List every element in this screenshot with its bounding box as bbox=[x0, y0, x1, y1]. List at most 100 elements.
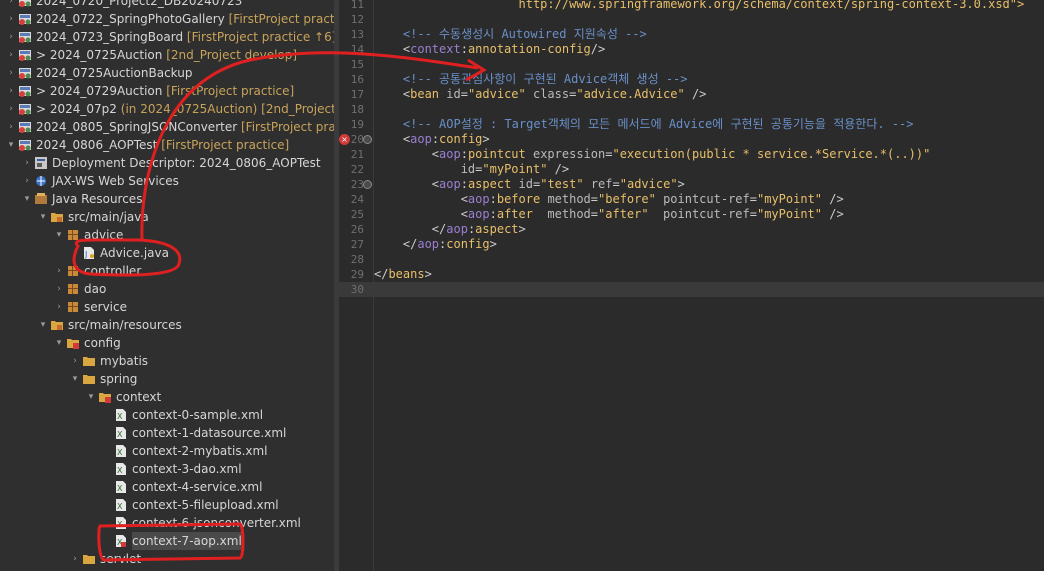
chevron-right-icon[interactable]: › bbox=[54, 262, 64, 280]
code-line[interactable]: 23 <aop:aspect id="test" ref="advice"> bbox=[339, 177, 1044, 192]
tree-item-src-main-resources[interactable]: ▾ src/main/resources bbox=[0, 316, 334, 334]
fold-toggle-icon[interactable] bbox=[363, 180, 372, 189]
chevron-right-icon[interactable]: › bbox=[54, 280, 64, 298]
chevron-down-icon[interactable]: ▾ bbox=[54, 334, 64, 352]
tree-item-jax-ws-web-services[interactable]: › JAX-WS Web Services bbox=[0, 172, 334, 190]
tree-item-context-3-dao-xml[interactable]: Xcontext-3-dao.xml bbox=[0, 460, 334, 478]
line-number: 15 bbox=[350, 58, 364, 71]
line-number: 23 bbox=[350, 178, 364, 191]
chevron-right-icon[interactable]: › bbox=[6, 100, 16, 118]
git-decoration: [FirstProject practice ↑6] bbox=[186, 30, 334, 44]
tree-item-2024-0725auction[interactable]: › > 2024_0725Auction [2nd_Project develop… bbox=[0, 46, 334, 64]
tree-item-2024-0806-aoptest[interactable]: ▾ 2024_0806_AOPTest [FirstProject practic… bbox=[0, 136, 334, 154]
tree-item-spring[interactable]: ▾ spring bbox=[0, 370, 334, 388]
chevron-right-icon[interactable]: › bbox=[70, 244, 80, 262]
code-text: <aop:pointcut expression="execution(publ… bbox=[374, 147, 931, 161]
code-line[interactable]: 27 </aop:config> bbox=[339, 237, 1044, 252]
chevron-down-icon[interactable]: ▾ bbox=[6, 136, 16, 154]
chevron-right-icon[interactable]: › bbox=[6, 10, 16, 28]
tree-item-controller[interactable]: › controller bbox=[0, 262, 334, 280]
folder-icon bbox=[82, 552, 96, 566]
tree-item-2024-0720-project2-db20240723[interactable]: › 2024_0720_Project2_DB20240723 bbox=[0, 0, 334, 10]
code-text: http://www.springframework.org/schema/co… bbox=[518, 0, 1025, 11]
tree-item-context-4-service-xml[interactable]: Xcontext-4-service.xml bbox=[0, 478, 334, 496]
git-decoration: [2nd_Project develop] bbox=[166, 48, 298, 62]
xml-editor[interactable]: 11 http://www.springframework.org/schema… bbox=[339, 0, 1044, 571]
code-line[interactable]: 13 <!-- 수동생성시 Autowired 지원속성 --> bbox=[339, 27, 1044, 42]
code-line[interactable]: 14 <context:annotation-config/> bbox=[339, 42, 1044, 57]
tree-item-context-2-mybatis-xml[interactable]: Xcontext-2-mybatis.xml bbox=[0, 442, 334, 460]
code-line[interactable]: 16 <!-- 공통관심사항이 구현된 Advice객체 생성 --> bbox=[339, 72, 1044, 87]
tree-item-2024-07p2[interactable]: › > 2024_07p2 (in 2024_0725Auction) [2nd_… bbox=[0, 100, 334, 118]
tree-item-config[interactable]: ▾ config bbox=[0, 334, 334, 352]
tree-item-deployment-descriptor-2024-0806-aoptest[interactable]: › Deployment Descriptor: 2024_0806_AOPTes… bbox=[0, 154, 334, 172]
tree-item-label: src/main/resources bbox=[68, 318, 182, 332]
tree-item-advice-java[interactable]: › J Advice.java bbox=[0, 244, 334, 262]
code-text: </aop:aspect> bbox=[374, 222, 526, 236]
tree-item-label: context-0-sample.xml bbox=[132, 408, 264, 422]
chevron-down-icon[interactable]: ▾ bbox=[70, 370, 80, 388]
folder-x-icon bbox=[66, 336, 80, 350]
tree-item-service[interactable]: › service bbox=[0, 298, 334, 316]
fold-toggle-icon[interactable] bbox=[363, 135, 372, 144]
chevron-down-icon[interactable]: ▾ bbox=[38, 316, 48, 334]
code-line[interactable]: 12 bbox=[339, 12, 1044, 27]
chevron-right-icon[interactable]: › bbox=[54, 298, 64, 316]
tree-item-context-0-sample-xml[interactable]: Xcontext-0-sample.xml bbox=[0, 406, 334, 424]
tree-item-context-5-fileupload-xml[interactable]: Xcontext-5-fileupload.xml bbox=[0, 496, 334, 514]
error-marker-icon[interactable]: × bbox=[339, 134, 350, 145]
code-line[interactable]: 19 <!-- AOP설정 : Target객체의 모든 메서드에 Advice… bbox=[339, 117, 1044, 132]
code-line[interactable]: 20 <aop:config> bbox=[339, 132, 1044, 147]
tree-item-advice[interactable]: ▾ advice bbox=[0, 226, 334, 244]
tree-item-2024-0723-springboard[interactable]: › 2024_0723_SpringBoard [FirstProject pra… bbox=[0, 28, 334, 46]
code-text: <!-- 수동생성시 Autowired 지원속성 --> bbox=[374, 27, 647, 41]
tree-item-mybatis[interactable]: › mybatis bbox=[0, 352, 334, 370]
code-line[interactable]: 18 bbox=[339, 102, 1044, 117]
tree-item-java-resources[interactable]: ▾ Java Resources bbox=[0, 190, 334, 208]
chevron-right-icon[interactable]: › bbox=[22, 154, 32, 172]
code-line[interactable]: 29 </beans> bbox=[339, 267, 1044, 282]
git-decoration: [FirstProject practice] bbox=[161, 138, 290, 152]
tree-item-2024-0729auction[interactable]: › > 2024_0729Auction [FirstProject practi… bbox=[0, 82, 334, 100]
chevron-right-icon[interactable]: › bbox=[70, 352, 80, 370]
package-icon bbox=[66, 300, 80, 314]
tree-item-label: Advice.java bbox=[100, 246, 169, 260]
tree-item-dao[interactable]: › dao bbox=[0, 280, 334, 298]
tree-item-context-7-aop-xml[interactable]: Xcontext-7-aop.xml bbox=[0, 532, 334, 550]
code-line[interactable]: 28 bbox=[339, 252, 1044, 267]
tree-item-servlet[interactable]: › servlet bbox=[0, 550, 334, 568]
line-number: 29 bbox=[350, 268, 364, 281]
chevron-down-icon[interactable]: ▾ bbox=[22, 190, 32, 208]
tree-item-2024-0722-springphotogallery[interactable]: › 2024_0722_SpringPhotoGallery [FirstProj… bbox=[0, 10, 334, 28]
tree-item-2024-0805-springjsonconverter[interactable]: › 2024_0805_SpringJSONConverter [FirstPro… bbox=[0, 118, 334, 136]
code-line[interactable]: 22 id="myPoint" /> bbox=[339, 162, 1044, 177]
chevron-down-icon[interactable]: ▾ bbox=[86, 388, 96, 406]
chevron-right-icon[interactable]: › bbox=[22, 172, 32, 190]
code-line[interactable]: 17 <bean id="advice" class="advice.Advic… bbox=[339, 87, 1044, 102]
tree-item-context-1-datasource-xml[interactable]: Xcontext-1-datasource.xml bbox=[0, 424, 334, 442]
code-line[interactable]: 24 <aop:before method="before" pointcut-… bbox=[339, 192, 1044, 207]
chevron-down-icon[interactable]: ▾ bbox=[54, 226, 64, 244]
chevron-right-icon[interactable]: › bbox=[6, 0, 16, 10]
tree-item-src-main-java[interactable]: ▾ src/main/java bbox=[0, 208, 334, 226]
code-line[interactable]: 11 http://www.springframework.org/schema… bbox=[339, 0, 1044, 12]
chevron-right-icon[interactable]: › bbox=[6, 118, 16, 136]
tree-item-context[interactable]: ▾ context bbox=[0, 388, 334, 406]
folder-icon bbox=[82, 372, 96, 386]
tree-item-context-6-jsonconverter-xml[interactable]: Xcontext-6-jsonconverter.xml bbox=[0, 514, 334, 532]
chevron-right-icon[interactable]: › bbox=[6, 28, 16, 46]
chevron-right-icon[interactable]: › bbox=[6, 82, 16, 100]
chevron-right-icon[interactable]: › bbox=[6, 64, 16, 82]
chevron-down-icon[interactable]: ▾ bbox=[38, 208, 48, 226]
code-line[interactable]: 15 bbox=[339, 57, 1044, 72]
code-line[interactable]: 25 <aop:after method="after" pointcut-re… bbox=[339, 207, 1044, 222]
code-line[interactable]: 26 </aop:aspect> bbox=[339, 222, 1044, 237]
tree-item-2024-0725auctionbackup[interactable]: › 2024_0725AuctionBackup bbox=[0, 64, 334, 82]
tree-item-label: 2024_0723_SpringBoard [FirstProject prac… bbox=[36, 28, 334, 46]
code-line[interactable]: 30 bbox=[339, 282, 1044, 297]
chevron-right-icon[interactable]: › bbox=[6, 46, 16, 64]
tree-item-label: 2024_0722_SpringPhotoGallery [FirstProje… bbox=[36, 10, 334, 28]
tree-item-label: 2024_0805_SpringJSONConverter [FirstProj… bbox=[36, 118, 334, 136]
chevron-right-icon[interactable]: › bbox=[70, 550, 80, 568]
code-line[interactable]: 21 <aop:pointcut expression="execution(p… bbox=[339, 147, 1044, 162]
